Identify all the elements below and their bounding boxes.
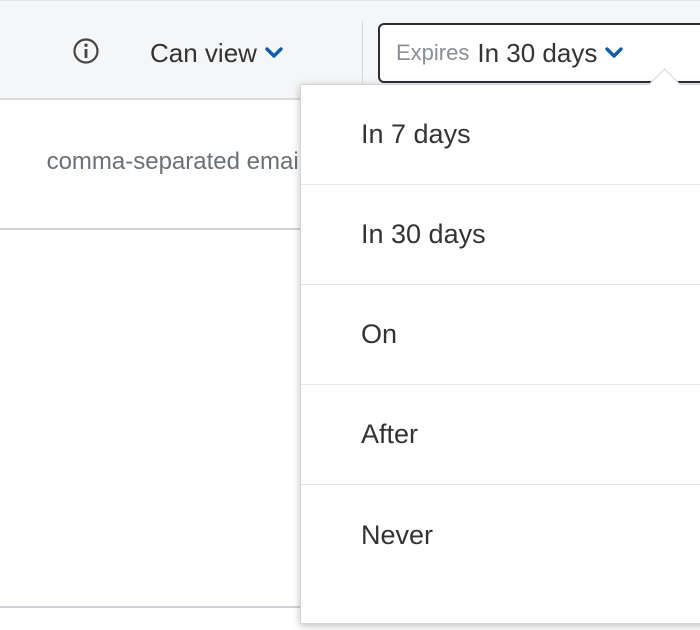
permission-label: Can view — [150, 37, 257, 68]
expires-value: In 30 days — [477, 37, 598, 68]
expiry-menu: In 7 days In 30 days On After Never — [300, 68, 700, 624]
divider — [0, 606, 320, 608]
menu-item-in-7-days[interactable]: In 7 days — [301, 85, 700, 185]
expires-dropdown[interactable]: Expires In 30 days — [378, 23, 700, 83]
permission-dropdown[interactable]: Can view — [150, 33, 283, 73]
email-placeholder: comma-separated emails — [46, 148, 316, 175]
menu-item-on[interactable]: On — [301, 285, 700, 385]
menu-item-after[interactable]: After — [301, 385, 700, 485]
email-input[interactable]: comma-separated emails — [0, 102, 320, 230]
toolbar-divider — [362, 21, 363, 83]
expires-prefix: Expires — [396, 40, 470, 65]
chevron-down-icon — [605, 47, 624, 58]
chevron-down-icon — [265, 47, 283, 58]
menu-item-in-30-days[interactable]: In 30 days — [301, 185, 700, 285]
menu-item-never[interactable]: Never — [301, 485, 700, 585]
info-icon[interactable] — [72, 37, 100, 65]
